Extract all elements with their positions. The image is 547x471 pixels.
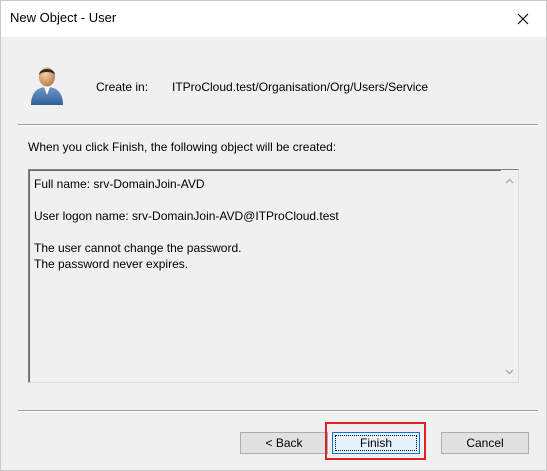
summary-line-full-name: Full name: srv-DomainJoin-AVD (34, 177, 205, 191)
scroll-down-button[interactable] (501, 363, 518, 380)
create-in-label: Create in: (96, 80, 149, 94)
user-icon (31, 67, 63, 105)
summary-content: Full name: srv-DomainJoin-AVD User logon… (34, 176, 339, 272)
scroll-up-button[interactable] (501, 172, 518, 189)
cancel-button-label: Cancel (466, 436, 504, 450)
intro-text: When you click Finish, the following obj… (28, 140, 337, 154)
chevron-down-icon (505, 369, 514, 374)
back-button-label: < Back (265, 436, 303, 450)
vertical-scrollbar[interactable] (501, 170, 518, 382)
chevron-up-icon (505, 178, 514, 183)
title-bar: New Object - User (1, 1, 546, 37)
close-x-icon (517, 13, 529, 25)
separator (18, 124, 538, 126)
close-button[interactable] (500, 1, 546, 37)
new-object-user-dialog: New Object - User Create in: ITProCloud.… (0, 0, 547, 471)
summary-line-blank (34, 224, 339, 240)
back-button[interactable]: < Back (240, 432, 328, 454)
window-title: New Object - User (10, 10, 117, 25)
separator (18, 410, 538, 412)
create-in-path: ITProCloud.test/Organisation/Org/Users/S… (172, 80, 429, 94)
summary-line-cannot-change-password: The user cannot change the password. (34, 241, 242, 255)
highlight-annotation (325, 422, 426, 460)
header-row: Create in: ITProCloud.test/Organisation/… (1, 37, 546, 109)
summary-line-password-never-expires: The password never expires. (34, 257, 189, 271)
summary-line-logon-name: User logon name: srv-DomainJoin-AVD@ITPr… (34, 209, 339, 223)
summary-textbox[interactable]: Full name: srv-DomainJoin-AVD User logon… (28, 169, 519, 383)
cancel-button[interactable]: Cancel (441, 432, 529, 454)
summary-line-blank (34, 192, 339, 208)
